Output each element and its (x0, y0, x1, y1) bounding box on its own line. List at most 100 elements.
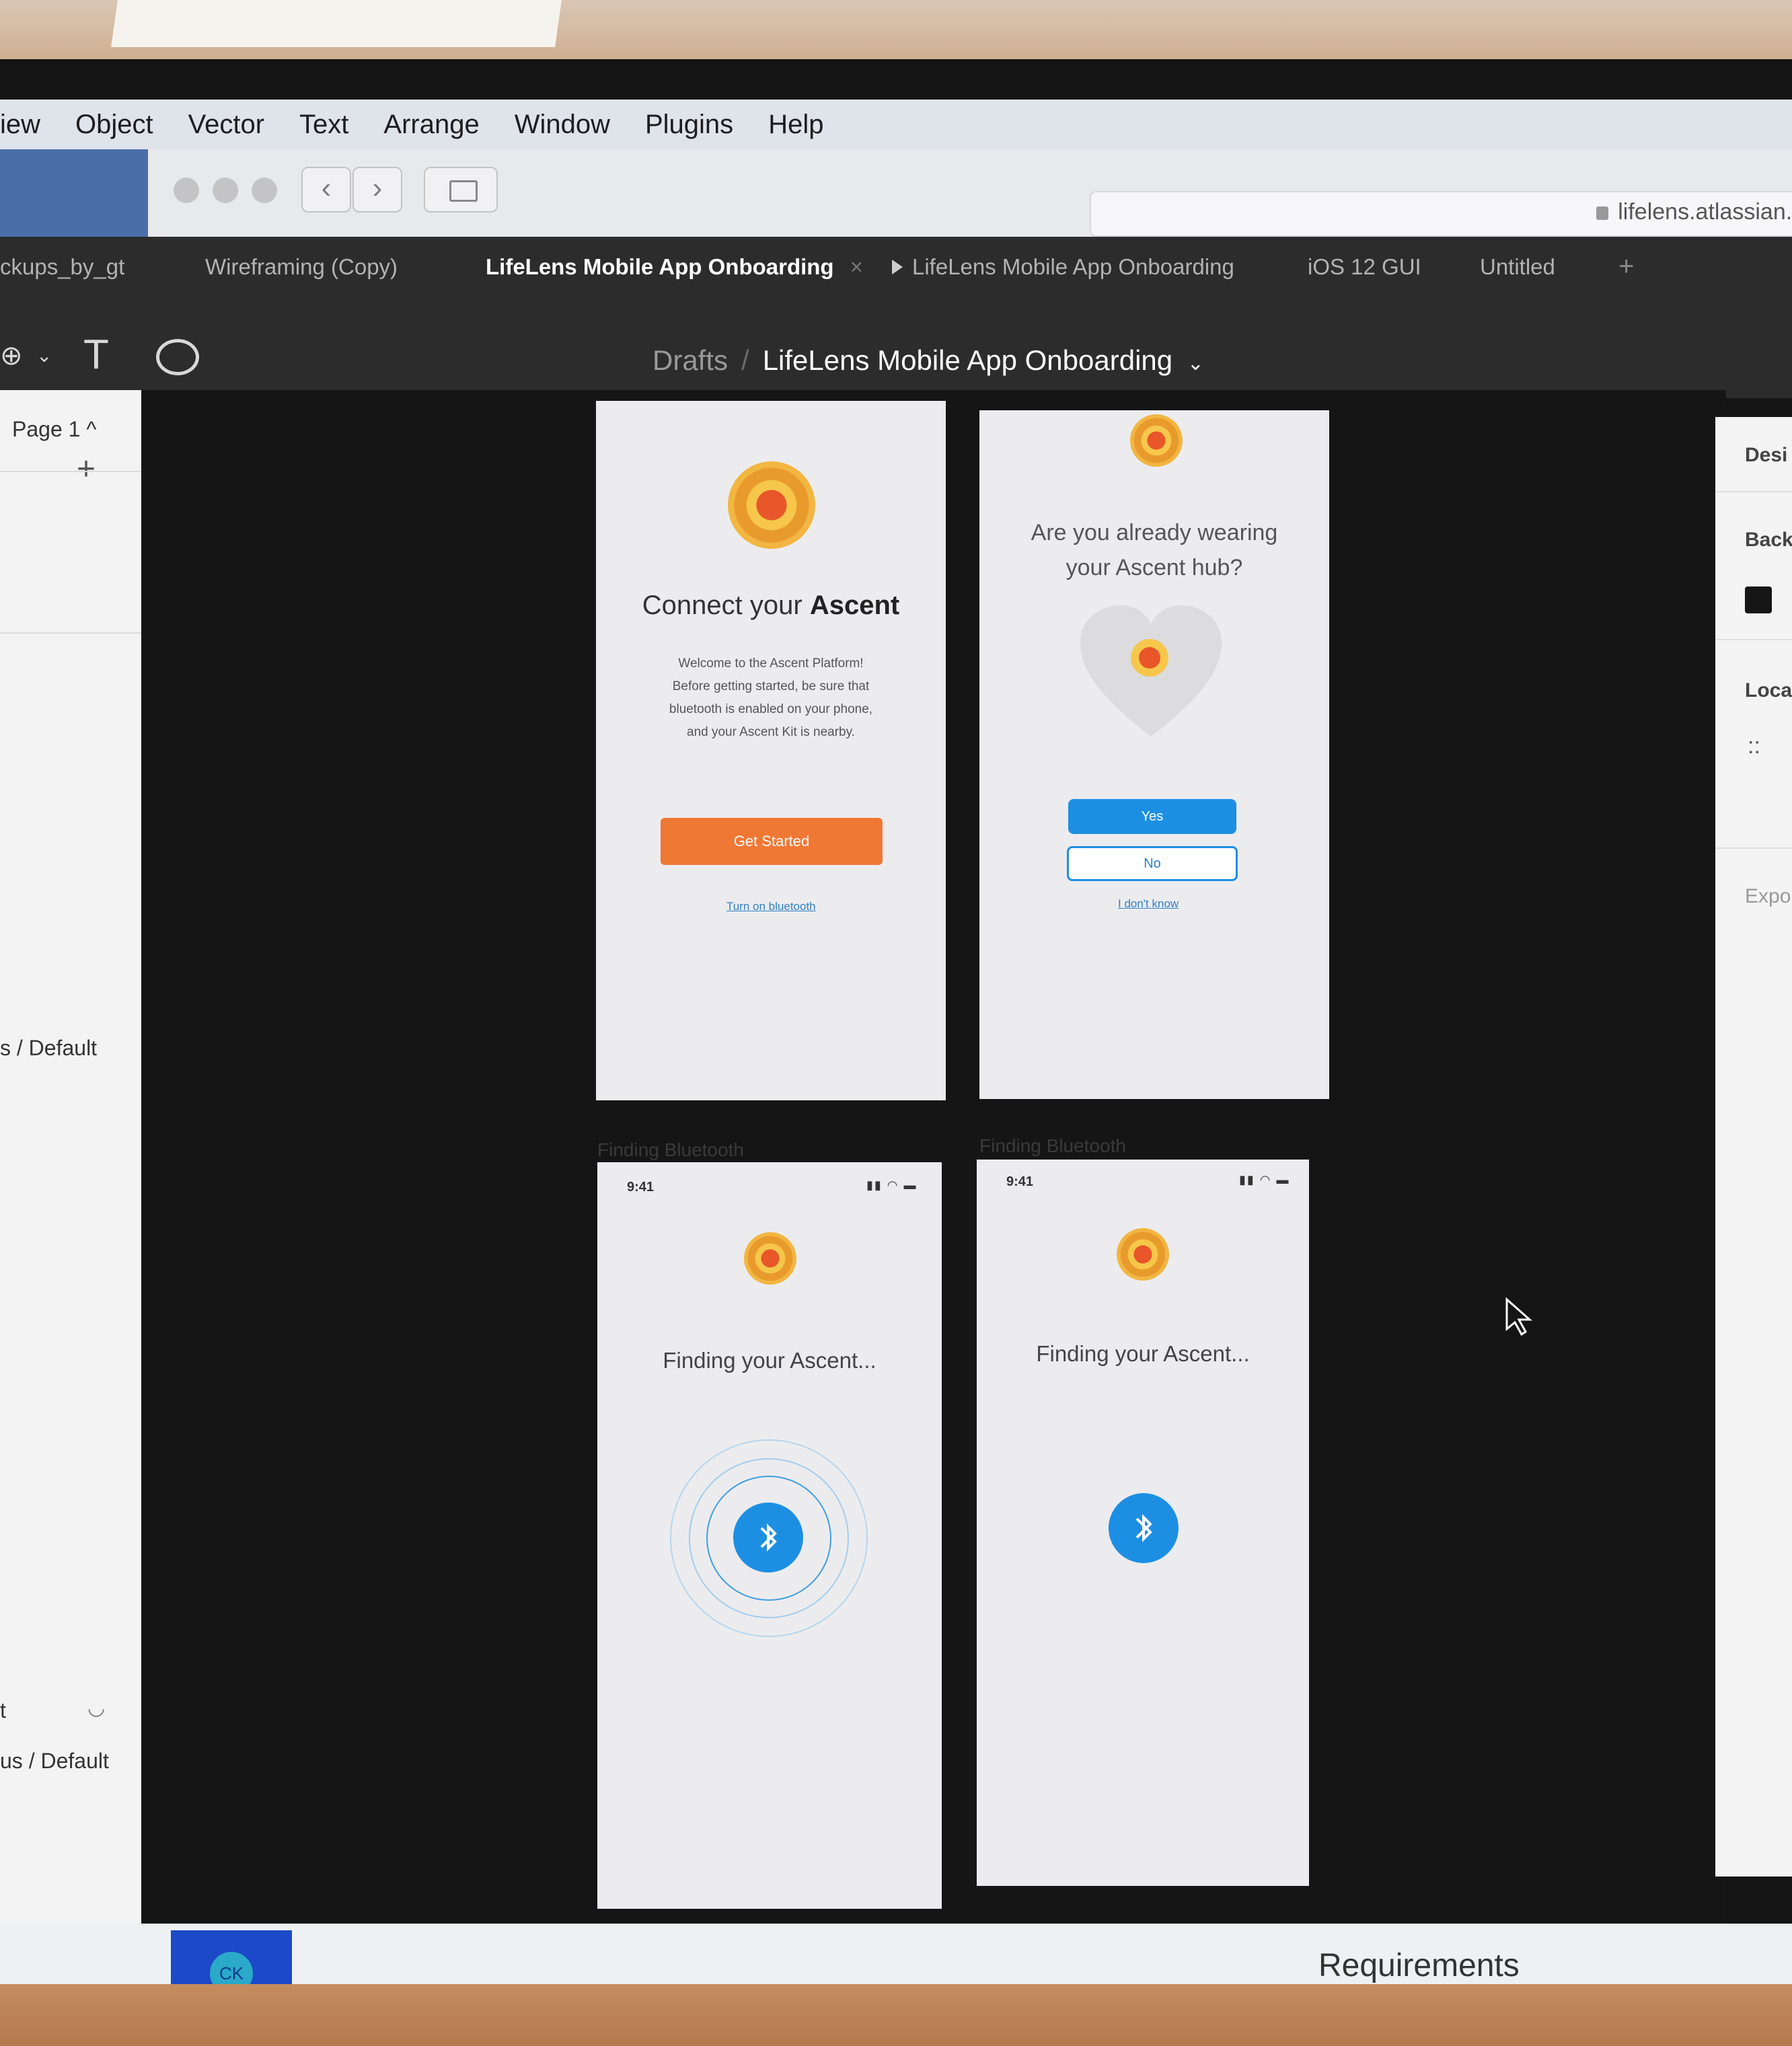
breadcrumb: Drafts / LifeLens Mobile App Onboarding ⌄ (652, 344, 1204, 377)
status-bar-icons: ▮▮ ◠ ▬ (1239, 1173, 1290, 1186)
yes-button[interactable]: Yes (1068, 799, 1236, 834)
tab-wireframing-copy[interactable]: Wireframing (Copy) (205, 254, 398, 280)
ascent-logo-icon (728, 461, 815, 549)
desktop-background-strip (0, 149, 148, 237)
bluetooth-button[interactable] (733, 1503, 803, 1573)
status-time: 9:41 (627, 1180, 655, 1195)
layers-panel: Page 1 ^ + s / Default ◡ t us / Default (0, 390, 141, 1937)
breadcrumb-drafts[interactable]: Drafts (652, 344, 728, 376)
url-text: lifelens.atlassian.ne (1618, 199, 1792, 225)
forward-button[interactable]: › (352, 167, 402, 213)
menu-plugins[interactable]: Plugins (645, 110, 733, 140)
layer-item[interactable]: us / Default (0, 1749, 109, 1774)
zoom-window-button[interactable] (252, 178, 277, 203)
bluetooth-button[interactable] (1109, 1493, 1179, 1563)
browser-toolbar: ‹ › lifelens.atlassian.ne (148, 149, 1792, 238)
layer-item[interactable]: s / Default (0, 1036, 97, 1061)
menu-arrange[interactable]: Arrange (383, 110, 479, 140)
minimize-window-button[interactable] (213, 178, 238, 203)
background-label: Back (1745, 529, 1792, 551)
dont-know-link[interactable]: I don't know (1118, 897, 1179, 911)
frame-finding-bluetooth-2[interactable]: 9:41 ▮▮ ◠ ▬ Finding your Ascent... (977, 1160, 1309, 1886)
lock-icon (1596, 206, 1609, 221)
welcome-line: bluetooth is enabled on your phone, (669, 702, 873, 716)
eye-icon[interactable]: ◡ (87, 1696, 105, 1720)
finding-ascent-text: Finding your Ascent... (1036, 1341, 1250, 1366)
design-tab[interactable]: Desi (1745, 444, 1787, 467)
bluetooth-icon (760, 1523, 777, 1552)
menu-view[interactable]: iew (0, 110, 40, 140)
turn-on-bluetooth-link[interactable]: Turn on bluetooth (726, 900, 816, 913)
tab-ios-gui[interactable]: iOS 12 GUI (1308, 254, 1421, 280)
styles-grid-icon[interactable]: :: (1748, 733, 1760, 759)
connect-title-brand: Ascent (809, 591, 900, 620)
local-styles-label: Local (1745, 679, 1792, 702)
no-button[interactable]: No (1067, 846, 1238, 881)
chevron-down-icon[interactable]: ⌄ (1187, 352, 1204, 375)
status-time: 9:41 (1006, 1174, 1034, 1189)
menu-vector[interactable]: Vector (188, 110, 264, 140)
export-label[interactable]: Expor (1745, 885, 1792, 908)
ascent-logo-icon (1117, 1228, 1169, 1281)
welcome-line: and your Ascent Kit is nearby. (687, 725, 855, 739)
tab-untitled[interactable]: Untitled (1480, 254, 1555, 280)
panel-divider (1715, 491, 1792, 492)
bluetooth-icon (1135, 1514, 1152, 1542)
ascent-logo-icon (1130, 414, 1183, 467)
tab-active-label: LifeLens Mobile App Onboarding (486, 254, 834, 279)
menu-object[interactable]: Object (75, 110, 153, 140)
connect-title: Connect your Ascent (596, 591, 946, 621)
frame-label-finding-bluetooth: Finding Bluetooth (597, 1139, 744, 1160)
comment-tool-icon[interactable] (156, 339, 199, 375)
mouse-cursor-icon (1505, 1297, 1532, 1336)
close-tab-icon[interactable]: × (850, 254, 863, 279)
panel-divider (0, 632, 141, 634)
welcome-line: Welcome to the Ascent Platform! (678, 656, 864, 671)
status-bar-icons: ▮▮ ◠ ▬ (866, 1178, 918, 1192)
address-bar[interactable]: lifelens.atlassian.ne (1090, 191, 1792, 237)
question-line: Are you already wearing (1031, 520, 1278, 545)
new-tab-button[interactable]: + (1618, 252, 1634, 282)
panel-divider (0, 471, 141, 472)
finding-ascent-text: Finding your Ascent... (663, 1348, 876, 1373)
wearing-question-text: Are you already wearing your Ascent hub? (993, 515, 1316, 585)
sidebar-toggle-button[interactable] (424, 167, 498, 213)
frame-wearing-question[interactable]: Are you already wearing your Ascent hub?… (979, 410, 1329, 1099)
ascent-logo-icon (744, 1232, 796, 1285)
menu-text[interactable]: Text (299, 110, 348, 140)
tab-mockups[interactable]: ckups_by_gt (0, 254, 124, 280)
editor-toolbar: ⊕ ⌄ T Drafts / LifeLens Mobile App Onboard… (0, 311, 1792, 398)
menu-bar: iew Object Vector Text Arrange Window Pl… (0, 100, 1792, 149)
shape-tool-icon[interactable]: ⊕ (0, 340, 23, 371)
frame-connect-ascent[interactable]: Connect your Ascent Welcome to the Ascen… (596, 401, 946, 1100)
address-url: lifelens.atlassian.ne (1596, 199, 1792, 225)
play-icon (892, 260, 903, 274)
desk-surface (0, 1984, 1792, 2046)
back-button[interactable]: ‹ (301, 167, 351, 213)
properties-panel: Desi Back Local :: Expor (1715, 417, 1792, 1877)
file-tab-bar: ckups_by_gt Wireframing (Copy) LifeLens … (0, 237, 1792, 311)
text-tool-icon[interactable]: T (83, 331, 109, 379)
panel-divider (1715, 639, 1792, 640)
add-page-button[interactable]: + (77, 451, 96, 488)
question-line: your Ascent hub? (1066, 555, 1243, 580)
background-color-swatch[interactable] (1745, 586, 1772, 613)
menu-help[interactable]: Help (768, 110, 823, 140)
chevron-down-icon[interactable]: ⌄ (36, 344, 52, 367)
connect-title-text: Connect your (642, 591, 810, 620)
get-started-button[interactable]: Get Started (661, 818, 883, 865)
layer-item[interactable]: t (0, 1698, 6, 1723)
file-title[interactable]: LifeLens Mobile App Onboarding (763, 344, 1172, 376)
tab-lifelens-onboarding-active[interactable]: LifeLens Mobile App Onboarding × (486, 254, 863, 280)
close-window-button[interactable] (174, 178, 199, 203)
frame-finding-bluetooth-1[interactable]: 9:41 ▮▮ ◠ ▬ Finding your Ascent... (597, 1162, 942, 1909)
ceiling-light (111, 0, 562, 47)
requirements-heading: Requirements (1318, 1948, 1520, 1983)
welcome-line: Before getting started, be sure that (672, 679, 870, 693)
menu-window[interactable]: Window (515, 110, 610, 140)
tab-lifelens-prototype[interactable]: LifeLens Mobile App Onboarding (892, 254, 1234, 280)
panel-divider (1715, 847, 1792, 849)
welcome-body-text: Welcome to the Ascent Platform! Before g… (636, 652, 905, 744)
breadcrumb-separator: / (741, 344, 749, 376)
page-selector[interactable]: Page 1 ^ (12, 417, 96, 442)
